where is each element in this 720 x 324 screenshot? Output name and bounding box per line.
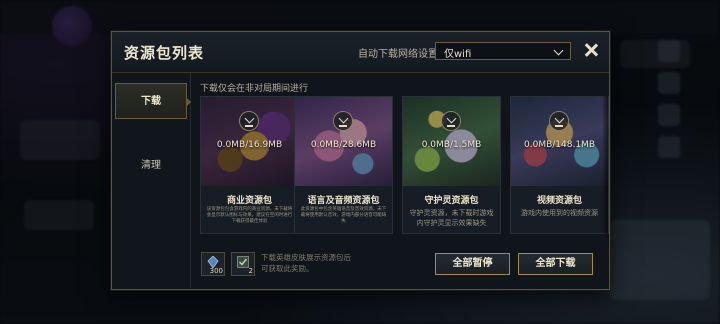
download-all-button[interactable]: 全部下载 bbox=[518, 253, 593, 275]
sidebar-item-download[interactable]: 下载 bbox=[115, 83, 191, 119]
pack-name: 语言及音频资源包 bbox=[307, 196, 380, 206]
download-hint: 下载仅会在非对局期间进行 bbox=[200, 84, 309, 94]
auto-download-label: 自动下载网络设置 bbox=[358, 49, 438, 60]
check-reward-icon: 2 bbox=[231, 252, 255, 276]
close-icon[interactable] bbox=[583, 42, 599, 58]
chevron-down-icon bbox=[553, 45, 564, 56]
pack-card-audio[interactable]: 0.0MB/28.6MB 语言及音频资源包 此资源包中包含英雄语音及音效资源，未… bbox=[294, 96, 393, 234]
pack-description: 此资源包中包含英雄语音及音效资源，未下载将使用默认音效，游戏内部分语音可能缺失 bbox=[300, 207, 387, 224]
dialog-header: 资源包列表 自动下载网络设置 仅wifi bbox=[112, 32, 609, 73]
resource-pack-dialog: 资源包列表 自动下载网络设置 仅wifi 下载 清理 下载仅会在非对局期间进行 … bbox=[111, 31, 610, 290]
pause-all-button[interactable]: 全部暂停 bbox=[435, 253, 510, 275]
pack-description: 守护灵资源，未下载时游戏内守护灵显示效果缺失 bbox=[409, 209, 494, 227]
pack-size: 0.0MB/1.5MB bbox=[421, 140, 482, 150]
pack-name: 视频资源包 bbox=[536, 196, 582, 206]
pack-name: 守护灵资源包 bbox=[424, 196, 479, 206]
pack-card-guardian[interactable]: 0.0MB/1.5MB 守护灵资源包 守护灵资源，未下载时游戏内守护灵显示效果缺… bbox=[402, 96, 501, 234]
pack-description: 游戏内使用到的视频资源 bbox=[521, 209, 598, 217]
pack-size: 0.0MB/148.1MB bbox=[524, 140, 595, 150]
pack-size: 0.0MB/16.9MB bbox=[216, 140, 283, 150]
download-icon[interactable] bbox=[333, 111, 353, 131]
download-icon[interactable] bbox=[549, 111, 569, 131]
scroll-fade bbox=[602, 96, 608, 234]
pack-description: 该资源包包含游戏内的商业资源，未下载将会显示默认图标与效果，建议在空闲时进行下载… bbox=[206, 207, 293, 224]
pack-name: 商业资源包 bbox=[226, 196, 272, 206]
pack-size: 0.0MB/28.6MB bbox=[310, 140, 377, 150]
sidebar: 下载 清理 bbox=[112, 73, 191, 288]
network-select[interactable]: 仅wifi bbox=[435, 42, 571, 60]
dialog-title: 资源包列表 bbox=[124, 44, 205, 62]
reward-note: 下载英雄皮肤展示资源包后可获取此奖励。 bbox=[261, 253, 351, 273]
download-icon[interactable] bbox=[239, 111, 259, 131]
reward-count: 300 bbox=[209, 267, 223, 275]
reward-count: 2 bbox=[248, 267, 253, 275]
check-icon bbox=[237, 256, 249, 268]
download-icon[interactable] bbox=[441, 111, 461, 131]
sidebar-item-cleanup[interactable]: 清理 bbox=[115, 148, 187, 184]
pack-card-video[interactable]: 0.0MB/148.1MB 视频资源包 游戏内使用到的视频资源 bbox=[510, 96, 609, 234]
network-select-value: 仅wifi bbox=[444, 49, 472, 60]
skin-reward-icon: 300 bbox=[201, 252, 225, 276]
pack-card-business[interactable]: 0.0MB/16.9MB 商业资源包 该资源包包含游戏内的商业资源，未下载将会显… bbox=[200, 96, 299, 234]
